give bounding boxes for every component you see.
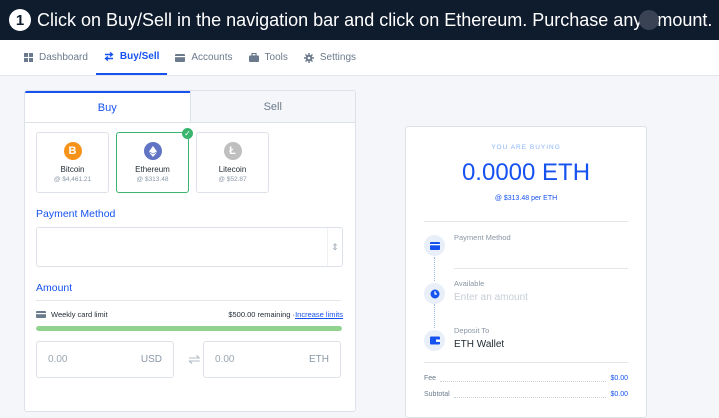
card-icon [36,311,46,318]
nav-item-buy-sell[interactable]: Buy/Sell [95,40,168,75]
summary-header: YOU ARE BUYING 0.0000 ETH @ $313.48 per … [406,144,646,202]
coin-price: @ $313.48 [136,176,169,183]
usd-amount-value: 0.00 [48,354,68,365]
fee-label: Fee [424,375,437,382]
increase-limits-link[interactable]: Increase limits [295,310,343,319]
amount-heading: Amount [36,282,73,294]
coin-name: Litecoin [218,165,247,174]
fee-value: $0.00 [610,375,628,382]
step-number-badge: 1 [9,9,31,31]
payment-method-label: Payment Method [454,233,511,242]
nav-item-label: Tools [264,52,288,63]
select-arrows-icon: ⇕ [327,228,342,266]
timeline-connector [434,304,435,328]
nav-item-tools[interactable]: Tools [241,40,296,75]
clock-icon [424,283,445,304]
deposit-to-label: Deposit To [454,326,490,335]
toolbox-icon [248,53,259,62]
litecoin-icon: Ł [223,142,242,160]
nav-item-label: Dashboard [39,52,88,63]
eth-rate: @ $313.48 per ETH [494,195,558,202]
divider [424,221,628,222]
card-icon [424,235,445,256]
available-label: Available [454,279,485,288]
eth-amount-value: 0.00 [215,354,235,365]
payment-method-select[interactable]: ⇕ [36,227,343,267]
nav-item-dashboard[interactable]: Dashboard [16,40,96,75]
coin-option-litecoin[interactable]: Ł Litecoin @ $52.87 [196,132,269,193]
checkmark-icon: ✓ [182,128,193,139]
divider [36,300,341,301]
fee-row: Fee $0.00 [424,375,628,382]
buy-sell-tabs: Buy Sell [25,91,355,123]
swap-icon[interactable]: ⇌ [188,350,201,368]
coin-price: @ $4,461.21 [53,176,92,183]
gear-icon [303,52,314,63]
instruction-banner: 1 Click on Buy/Sell in the navigation ba… [0,0,719,40]
coin-name: Ethereum [135,165,170,174]
dashboard-icon [24,53,33,62]
nav-item-label: Buy/Sell [119,51,160,62]
usd-unit: USD [140,354,162,365]
nav-item-label: Settings [319,52,357,63]
divider [454,268,628,269]
coin-name: Bitcoin [60,165,85,174]
eth-amount-input[interactable]: 0.00 ETH [203,341,341,378]
tab-buy[interactable]: Buy [25,91,190,122]
subtotal-label: Subtotal [424,391,450,398]
buy-amount: 0.0000 ETH [461,159,591,186]
bitcoin-icon: B [63,142,82,160]
navigation-bar: Dashboard Buy/Sell Accounts Tools Settin… [0,40,719,76]
coin-option-bitcoin[interactable]: B Bitcoin @ $4,461.21 [36,132,109,193]
currency-selector: B Bitcoin @ $4,461.21 ✓ Ethereum @ $313.… [36,128,276,193]
limit-progress-bar [36,326,342,331]
deposit-to-value: ETH Wallet [454,339,505,350]
order-summary-card: YOU ARE BUYING 0.0000 ETH @ $313.48 per … [405,126,647,418]
divider [424,362,628,363]
nav-item-settings[interactable]: Settings [296,40,364,75]
limit-progress-fill [36,326,342,331]
ethereum-icon [143,142,162,160]
coin-option-ethereum[interactable]: ✓ Ethereum @ $313.48 [116,128,193,193]
coin-price: @ $52.87 [218,176,247,183]
subtotal-row: Subtotal $0.00 [424,391,628,398]
buy-sell-panel: Buy Sell B Bitcoin @ $4,461.21 ✓ Ethereu… [24,90,356,412]
nav-item-label: Accounts [191,52,233,63]
weekly-limit-label: Weekly card limit [51,310,108,319]
usd-amount-input[interactable]: 0.00 USD [36,341,174,378]
you-are-buying-label: YOU ARE BUYING [491,144,561,151]
subtotal-value: $0.00 [610,391,628,398]
limit-remaining: $500.00 remaining · [228,310,296,319]
dotted-leader [453,392,607,398]
payment-method-heading: Payment Method [36,208,116,220]
wallet-icon [424,330,445,351]
eth-unit: ETH [309,354,329,365]
instruction-text: Click on Buy/Sell in the navigation bar … [37,9,713,30]
wallet-icon [175,53,186,62]
avatar[interactable] [639,10,659,30]
swap-arrows-icon [104,52,114,61]
nav-item-accounts[interactable]: Accounts [167,40,240,75]
available-value: Enter an amount [454,292,528,303]
timeline-connector [434,257,435,281]
dotted-leader [440,376,607,382]
tab-sell[interactable]: Sell [189,91,355,122]
weekly-limit-row: Weekly card limit $500.00 remaining · In… [36,310,343,319]
